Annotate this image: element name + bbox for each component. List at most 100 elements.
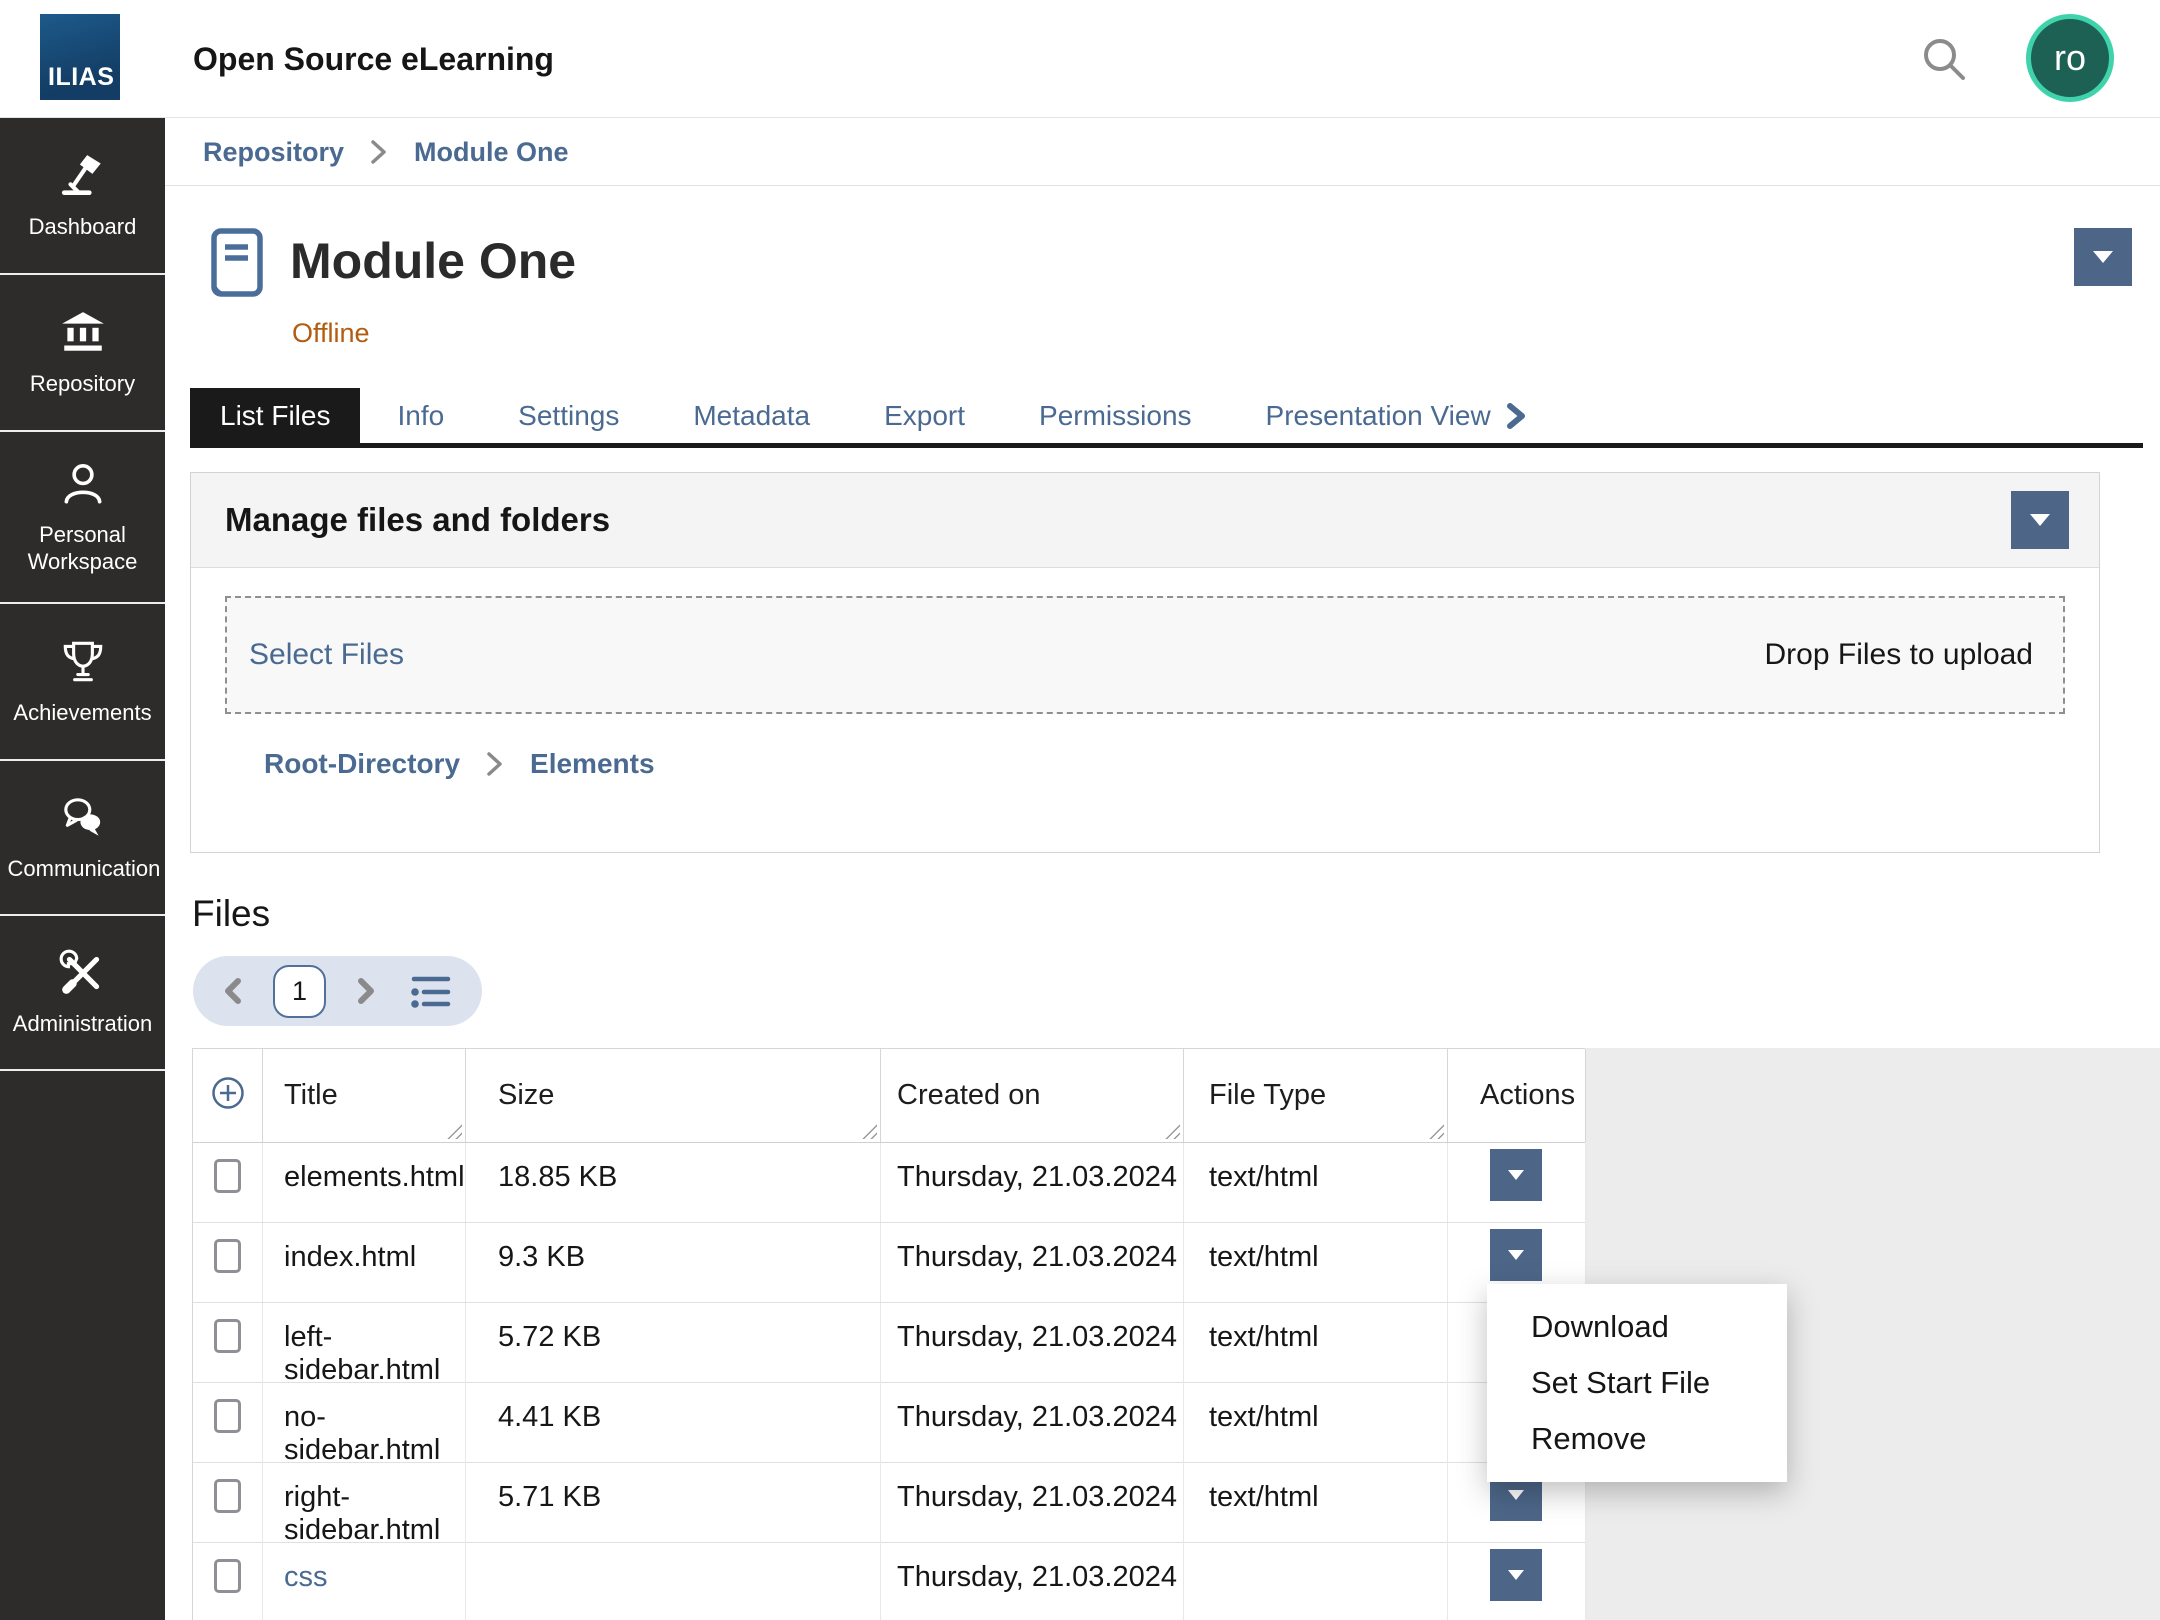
speech-bubbles-icon xyxy=(58,793,108,843)
caret-down-icon xyxy=(2030,514,2050,526)
trophy-icon xyxy=(58,637,108,687)
caret-down-icon xyxy=(1508,1250,1524,1260)
breadcrumb-module-one[interactable]: Module One xyxy=(414,137,569,168)
sidebar-item-repository[interactable]: Repository xyxy=(0,275,165,432)
directory-breadcrumb: Root-Directory Elements xyxy=(264,748,2099,780)
chevron-right-icon xyxy=(370,138,388,166)
file-dropzone[interactable]: Select Files Drop Files to upload xyxy=(225,596,2065,714)
column-resize-handle[interactable] xyxy=(1425,1120,1444,1139)
row-checkbox[interactable] xyxy=(214,1239,241,1273)
file-created-on: Thursday, 21.03.2024 xyxy=(881,1223,1184,1302)
chevron-right-icon xyxy=(356,976,376,1006)
tab-bar: List Files Info Settings Metadata Export… xyxy=(190,388,2143,448)
row-actions-menu: Download Set Start File Remove xyxy=(1487,1284,1787,1482)
row-checkbox[interactable] xyxy=(214,1559,241,1593)
row-checkbox[interactable] xyxy=(214,1399,241,1433)
column-resize-handle[interactable] xyxy=(1161,1120,1180,1139)
column-header-created-on[interactable]: Created on xyxy=(881,1049,1184,1142)
tab-info[interactable]: Info xyxy=(360,388,481,443)
table-header-row: Title Size Created on File Type Actions xyxy=(193,1048,1585,1143)
table-row: right-sidebar.html 5.71 KB Thursday, 21.… xyxy=(193,1463,1585,1543)
breadcrumb-root-directory[interactable]: Root-Directory xyxy=(264,748,460,780)
sidebar-item-personal-workspace[interactable]: Personal Workspace xyxy=(0,432,165,604)
tools-icon xyxy=(58,948,108,998)
folder-link[interactable]: css xyxy=(284,1561,328,1593)
tab-export[interactable]: Export xyxy=(847,388,1002,443)
plus-circle-icon xyxy=(210,1075,246,1111)
column-resize-handle[interactable] xyxy=(443,1120,462,1139)
panel-actions-dropdown-button[interactable] xyxy=(2011,491,2069,549)
tab-label: Settings xyxy=(518,400,619,432)
ilias-logo-text: ILIAS xyxy=(48,63,114,92)
file-type: text/html xyxy=(1184,1223,1448,1302)
file-type: text/html xyxy=(1184,1143,1448,1222)
breadcrumb-repository[interactable]: Repository xyxy=(203,137,344,168)
person-icon xyxy=(58,459,108,509)
file-type: text/html xyxy=(1184,1303,1448,1387)
page-actions-dropdown-button[interactable] xyxy=(2074,228,2132,286)
file-created-on: Thursday, 21.03.2024 xyxy=(881,1303,1184,1387)
column-header-size[interactable]: Size xyxy=(466,1049,881,1142)
file-type: text/html xyxy=(1184,1463,1448,1547)
file-created-on: Thursday, 21.03.2024 xyxy=(881,1143,1184,1222)
column-header-title[interactable]: Title xyxy=(263,1049,466,1142)
next-page-button[interactable] xyxy=(356,976,376,1006)
menu-item-set-start-file[interactable]: Set Start File xyxy=(1487,1355,1787,1411)
menu-item-download[interactable]: Download xyxy=(1487,1299,1787,1355)
caret-down-icon xyxy=(1508,1490,1524,1500)
files-heading: Files xyxy=(192,893,270,935)
sidebar-item-communication[interactable]: Communication xyxy=(0,761,165,916)
file-title: left-sidebar.html xyxy=(263,1303,466,1387)
ilias-screen: ILIAS Open Source eLearning ro Dashboard xyxy=(0,0,2160,1620)
file-created-on: Thursday, 21.03.2024 xyxy=(881,1383,1184,1467)
tab-settings[interactable]: Settings xyxy=(481,388,656,443)
table-row: elements.html 18.85 KB Thursday, 21.03.2… xyxy=(193,1143,1585,1223)
search-icon xyxy=(1918,33,1970,85)
breadcrumb-elements[interactable]: Elements xyxy=(530,748,655,780)
tab-presentation-view[interactable]: Presentation View xyxy=(1229,388,1564,443)
column-header-file-type[interactable]: File Type xyxy=(1184,1049,1448,1142)
desk-lamp-icon xyxy=(58,151,108,201)
breadcrumb: Repository Module One xyxy=(165,119,2160,186)
sidebar-item-label: Communication xyxy=(8,855,158,883)
row-actions-dropdown-button[interactable] xyxy=(1490,1549,1542,1601)
page-number-button[interactable]: 1 xyxy=(273,965,326,1018)
previous-page-button[interactable] xyxy=(223,976,243,1006)
row-checkbox[interactable] xyxy=(214,1479,241,1513)
sidebar-item-achievements[interactable]: Achievements xyxy=(0,604,165,761)
file-created-on: Thursday, 21.03.2024 xyxy=(881,1543,1184,1620)
file-title: elements.html xyxy=(263,1143,466,1222)
files-table: Title Size Created on File Type Actions … xyxy=(192,1048,1585,1620)
app-title: Open Source eLearning xyxy=(193,0,554,118)
table-row: no-sidebar.html 4.41 KB Thursday, 21.03.… xyxy=(193,1383,1585,1463)
tab-label: Export xyxy=(884,400,965,432)
avatar[interactable]: ro xyxy=(2026,14,2114,102)
file-size: 18.85 KB xyxy=(466,1143,881,1222)
row-actions-dropdown-button[interactable] xyxy=(1490,1149,1542,1201)
sidebar-item-dashboard[interactable]: Dashboard xyxy=(0,118,165,275)
tab-metadata[interactable]: Metadata xyxy=(656,388,847,443)
caret-down-icon xyxy=(1508,1170,1524,1180)
row-checkbox[interactable] xyxy=(214,1319,241,1353)
file-type xyxy=(1184,1543,1448,1620)
menu-item-remove[interactable]: Remove xyxy=(1487,1411,1787,1467)
tab-label: Permissions xyxy=(1039,400,1191,432)
tab-list-files[interactable]: List Files xyxy=(190,388,360,443)
ilias-logo[interactable]: ILIAS xyxy=(40,14,120,100)
row-actions-dropdown-button[interactable] xyxy=(1490,1229,1542,1281)
rows-per-page-button[interactable] xyxy=(406,971,452,1011)
search-button[interactable] xyxy=(1918,33,1970,85)
column-header-actions: Actions xyxy=(1448,1049,1586,1142)
row-checkbox[interactable] xyxy=(214,1159,241,1193)
column-resize-handle[interactable] xyxy=(858,1120,877,1139)
select-files-button[interactable]: Select Files xyxy=(249,638,404,672)
list-icon xyxy=(406,971,452,1011)
sidebar-item-label: Administration xyxy=(13,1010,152,1038)
table-row: left-sidebar.html 5.72 KB Thursday, 21.0… xyxy=(193,1303,1585,1383)
sidebar-item-administration[interactable]: Administration xyxy=(0,916,165,1071)
tab-label: Metadata xyxy=(693,400,810,432)
table-row: index.html 9.3 KB Thursday, 21.03.2024 t… xyxy=(193,1223,1585,1303)
file-title: no-sidebar.html xyxy=(263,1383,466,1467)
select-all-control[interactable] xyxy=(193,1049,263,1142)
tab-permissions[interactable]: Permissions xyxy=(1002,388,1228,443)
